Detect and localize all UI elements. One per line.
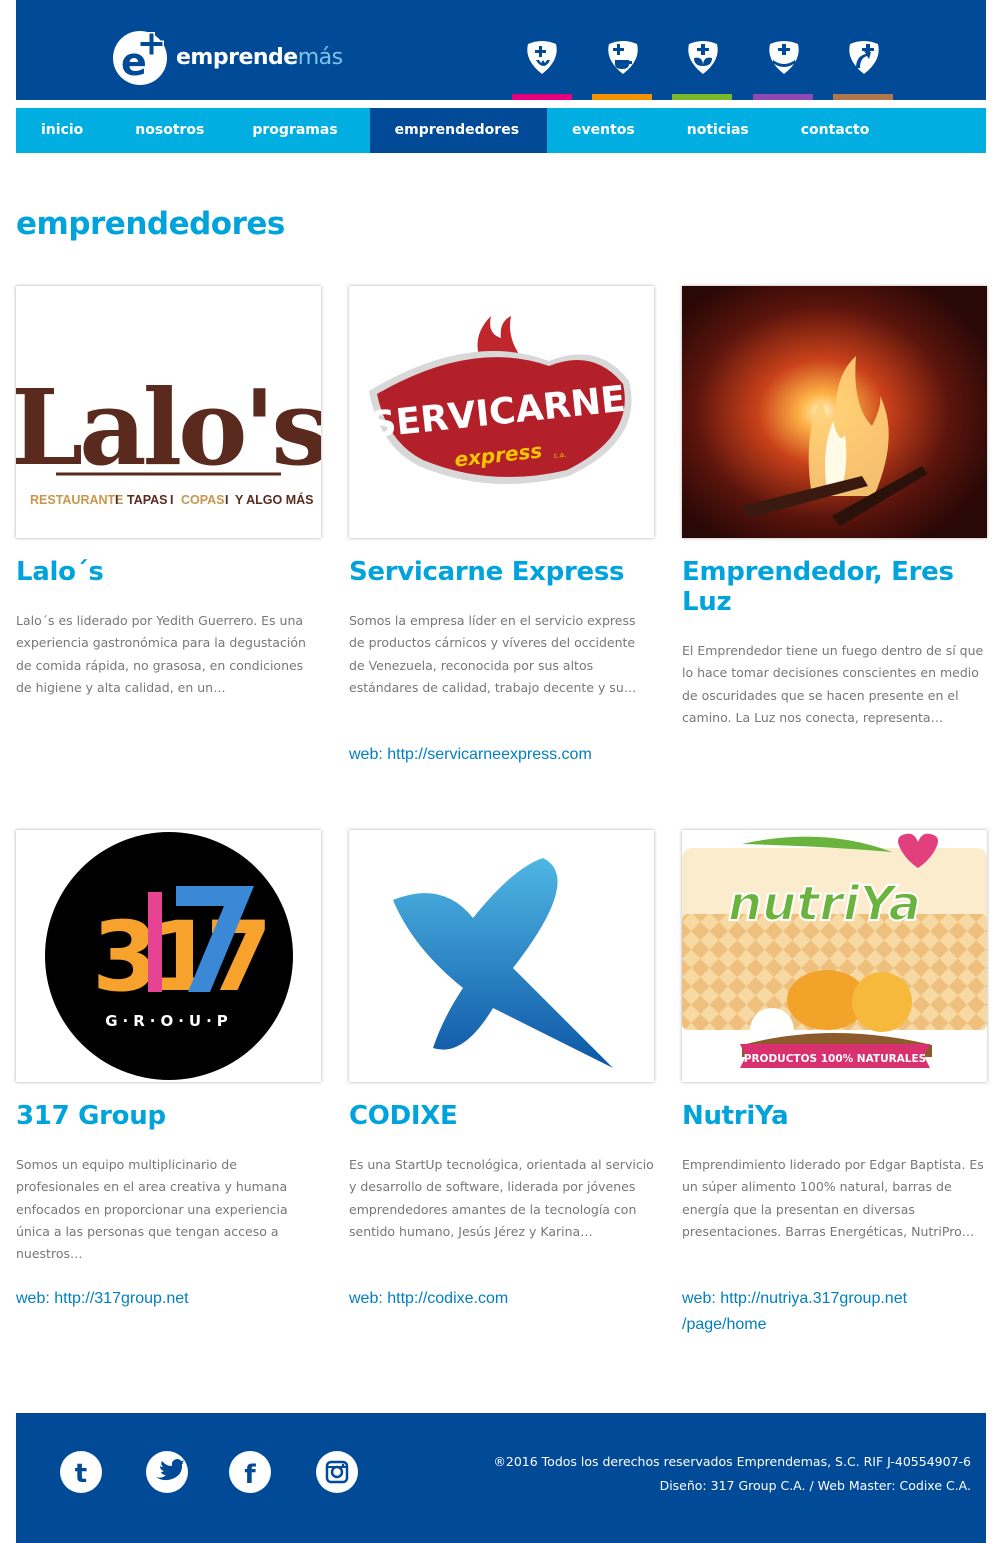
program-bar-purple: [753, 94, 813, 100]
nav-item-eventos[interactable]: eventos: [547, 108, 662, 153]
entrepreneur-name[interactable]: Servicarne Express: [349, 557, 654, 587]
web-link-line-1: web: http://nutriya.317group.net: [682, 1290, 908, 1307]
hands-plus-icon[interactable]: [764, 36, 804, 76]
fire-photo-image[interactable]: [682, 286, 987, 538]
site-header: e emprendemás: [16, 0, 986, 100]
svg-text:nutriYa: nutriYa: [728, 876, 921, 932]
nav-item-inicio[interactable]: inicio: [16, 108, 108, 153]
tumblr-icon[interactable]: t: [60, 1451, 102, 1493]
svg-text:Lalo's: Lalo's: [16, 366, 321, 489]
instagram-icon[interactable]: [316, 1451, 358, 1493]
svg-text:TAPAS: TAPAS: [127, 493, 168, 507]
entrepreneur-name[interactable]: 317 Group: [16, 1101, 321, 1131]
program-bar-brown: [833, 94, 893, 100]
page-title: emprendedores: [16, 206, 285, 242]
entrepreneur-web-link[interactable]: web: http://codixe.com: [349, 1286, 654, 1312]
entrepreneur-name[interactable]: Emprendedor, Eres Luz: [682, 557, 987, 617]
entrepreneur-name[interactable]: NutriYa: [682, 1101, 987, 1131]
svg-text:f: f: [244, 1460, 256, 1490]
entrepreneur-name[interactable]: CODIXE: [349, 1101, 654, 1131]
credits-text: Diseño: 317 Group C.A. / Web Master: Cod…: [659, 1478, 971, 1493]
entrepreneur-web-link[interactable]: web: http://nutriya.317group.net/page/ho…: [682, 1286, 987, 1338]
entrepreneur-description: El Emprendedor tiene un fuego dentro de …: [682, 643, 984, 725]
svg-text:c.a.: c.a.: [553, 451, 566, 460]
entrepreneur-description: Es una StartUp tecnológica, orientada al…: [349, 1157, 654, 1239]
nav-item-programas[interactable]: programas: [228, 108, 369, 153]
nav-item-contacto[interactable]: contacto: [775, 108, 895, 153]
arrow-plus-icon[interactable]: [844, 36, 884, 76]
hand-plus-icon[interactable]: [522, 36, 562, 76]
entrepreneur-description: Lalo´s es liderado por Yedith Guerrero. …: [16, 613, 306, 695]
entrepreneur-name[interactable]: Lalo´s: [16, 557, 321, 587]
svg-text:PRODUCTOS 100% NATURALES: PRODUCTOS 100% NATURALES: [744, 1053, 926, 1065]
nav-item-noticias[interactable]: noticias: [662, 108, 775, 153]
leaf-plus-icon[interactable]: [683, 36, 723, 76]
317-group-logo-image[interactable]: 317 G·R·O·U·P: [16, 830, 321, 1082]
svg-text:I: I: [170, 493, 173, 507]
emprendemas-logo[interactable]: e emprendemás: [110, 28, 343, 86]
copyright-text: ®2016 Todos los derechos reservados Empr…: [493, 1454, 971, 1469]
nav-item-emprendedores[interactable]: emprendedores: [369, 108, 548, 153]
nutriya-logo-image[interactable]: nutriYa PRODUCTOS 100% NATURALES: [682, 830, 987, 1082]
emprendemas-logo-icon: e: [113, 31, 167, 85]
svg-text:t: t: [75, 1459, 87, 1489]
svg-text:RESTAURANTE: RESTAURANTE: [30, 493, 124, 507]
web-link-line-2: /page/home: [682, 1316, 767, 1333]
cup-plus-icon[interactable]: [603, 36, 643, 76]
svg-text:I: I: [225, 493, 228, 507]
footer-copyright: ®2016 Todos los derechos reservados Empr…: [493, 1450, 971, 1498]
svg-text:COPAS: COPAS: [181, 493, 225, 507]
codixe-logo-image[interactable]: [349, 830, 654, 1082]
svg-text:Y ALGO MÁS: Y ALGO MÁS: [235, 492, 313, 507]
entrepreneur-web-link[interactable]: web: http://servicarneexpress.com: [349, 742, 654, 768]
entrepreneur-description: Somos un equipo multiplicinario de profe…: [16, 1157, 288, 1262]
program-bar-pink: [512, 94, 572, 100]
entrepreneur-description: Emprendimiento liderado por Edgar Baptis…: [682, 1157, 984, 1239]
main-nav: inicio nosotros programas emprendedores …: [16, 108, 986, 153]
nav-item-nosotros[interactable]: nosotros: [108, 108, 228, 153]
program-bar-green: [672, 94, 732, 100]
svg-text:I: I: [115, 493, 118, 507]
servicarne-logo-image[interactable]: SERVICARNE express c.a.: [349, 286, 654, 538]
logo-wordmark: emprendemás: [176, 44, 343, 70]
svg-text:G·R·O·U·P: G·R·O·U·P: [105, 1012, 233, 1030]
twitter-icon[interactable]: [146, 1451, 188, 1493]
facebook-icon[interactable]: f: [229, 1451, 271, 1493]
entrepreneur-web-link[interactable]: web: http://317group.net: [16, 1286, 321, 1312]
entrepreneur-description: Somos la empresa líder en el servicio ex…: [349, 613, 637, 695]
lalos-logo-image[interactable]: Lalo's RESTAURANTE I TAPAS I COPAS I Y A…: [16, 286, 321, 538]
site-footer: t f ®2016 Todos los derechos reservados …: [16, 1413, 986, 1543]
program-bar-orange: [592, 94, 652, 100]
